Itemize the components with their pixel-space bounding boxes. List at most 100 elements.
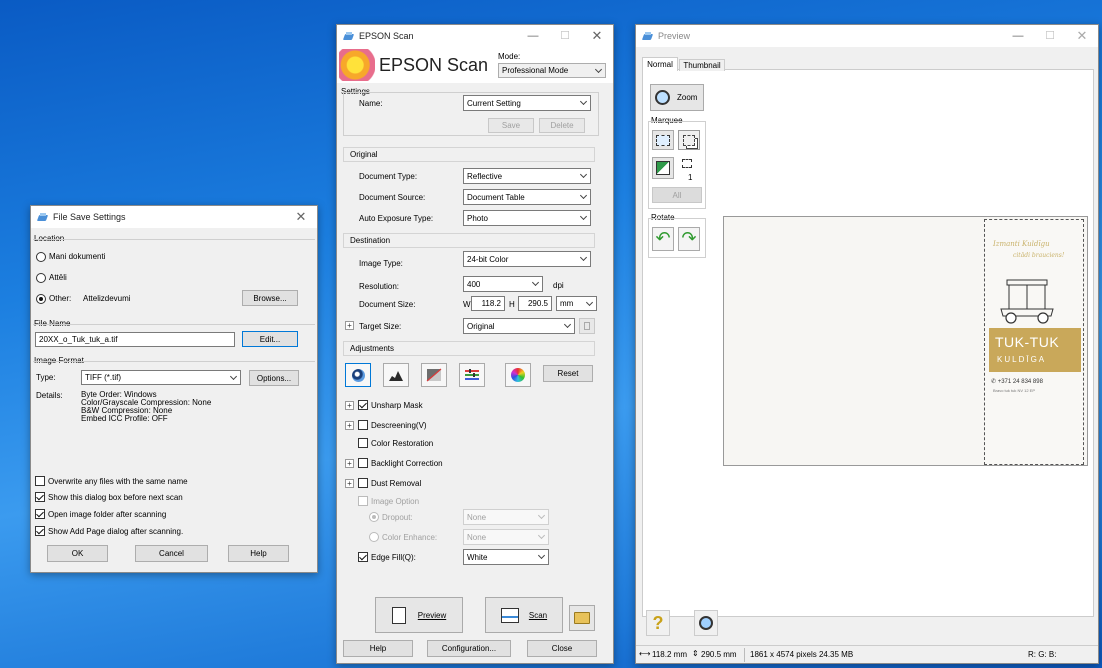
color-restoration-checkbox[interactable] bbox=[358, 438, 368, 448]
tab-normal[interactable]: Normal bbox=[642, 57, 678, 71]
color-enhance-value: None bbox=[467, 532, 487, 542]
edge-fill-select[interactable]: White bbox=[463, 549, 549, 565]
ok-button[interactable]: OK bbox=[47, 545, 108, 562]
file-save-titlebar[interactable]: File Save Settings ✕ bbox=[31, 206, 317, 228]
radio-other[interactable] bbox=[36, 294, 46, 304]
rotate-right-button[interactable]: ↷ bbox=[678, 227, 700, 251]
close-icon[interactable]: ✕ bbox=[285, 206, 317, 228]
target-size-select[interactable]: Original bbox=[463, 318, 575, 334]
reset-button[interactable]: Reset bbox=[543, 365, 593, 382]
resolution-value: 400 bbox=[467, 279, 481, 289]
browse-button[interactable]: Browse... bbox=[242, 290, 298, 306]
doc-type-value: Reflective bbox=[467, 171, 503, 181]
unsharp-checkbox[interactable] bbox=[358, 400, 368, 410]
dropout-label: Dropout: bbox=[382, 513, 413, 522]
file-save-settings-button[interactable] bbox=[569, 605, 595, 631]
minimize-icon[interactable]: — bbox=[517, 25, 549, 47]
cancel-button[interactable]: Cancel bbox=[135, 545, 208, 562]
options-button[interactable]: Options... bbox=[249, 370, 299, 386]
delete-button[interactable]: Delete bbox=[539, 118, 585, 133]
dropout-radio[interactable] bbox=[369, 512, 379, 522]
dust-checkbox[interactable] bbox=[358, 478, 368, 488]
height-field[interactable]: 290.5 bbox=[518, 296, 552, 311]
image-type-select[interactable]: 24-bit Color bbox=[463, 251, 591, 267]
backlight-label: Backlight Correction bbox=[371, 459, 443, 468]
unsharp-label: Unsharp Mask bbox=[371, 401, 423, 410]
preview-titlebar[interactable]: Preview — ☐ ✕ bbox=[636, 25, 1098, 47]
overwrite-label: Overwrite any files with the same name bbox=[48, 477, 188, 486]
image-adjustment-button[interactable] bbox=[421, 363, 447, 387]
resolution-select[interactable]: 400 bbox=[463, 276, 543, 292]
help-button[interactable]: ? bbox=[646, 610, 670, 636]
close-icon[interactable]: ✕ bbox=[581, 25, 613, 47]
doc-source-select[interactable]: Document Table bbox=[463, 189, 591, 205]
backlight-expand[interactable]: + bbox=[345, 459, 354, 468]
color-palette-button[interactable] bbox=[459, 363, 485, 387]
width-field[interactable]: 118.2 bbox=[471, 296, 505, 311]
magnifier-contrast-icon bbox=[351, 368, 365, 382]
help-button[interactable]: Help bbox=[228, 545, 289, 562]
minimize-icon[interactable]: — bbox=[1002, 25, 1034, 47]
type-select[interactable]: TIFF (*.tif) bbox=[81, 370, 241, 385]
preview-button[interactable]: Preview bbox=[375, 597, 463, 633]
add-page-checkbox[interactable] bbox=[35, 526, 45, 536]
tone-correction-button[interactable] bbox=[383, 363, 409, 387]
filename-field[interactable]: 20XX_o_Tuk_tuk_a.tif bbox=[35, 332, 235, 347]
color-enhance-select[interactable]: None bbox=[463, 529, 549, 545]
chevron-down-icon bbox=[537, 551, 546, 560]
backlight-checkbox[interactable] bbox=[358, 458, 368, 468]
zoom-preview-button[interactable] bbox=[694, 610, 718, 636]
zoom-button[interactable]: Zoom bbox=[650, 84, 704, 111]
radio-documents[interactable] bbox=[36, 252, 46, 262]
configuration-button[interactable]: Configuration... bbox=[427, 640, 511, 657]
close-icon[interactable]: ✕ bbox=[1066, 25, 1098, 47]
create-marquee-button[interactable] bbox=[652, 130, 674, 150]
rotate-left-button[interactable]: ↶ bbox=[652, 227, 674, 251]
close-button[interactable]: Close bbox=[527, 640, 597, 657]
show-dialog-checkbox[interactable] bbox=[35, 492, 45, 502]
tab-thumbnail[interactable]: Thumbnail bbox=[679, 59, 725, 71]
maximize-icon[interactable]: ☐ bbox=[549, 25, 581, 47]
descreen-expand[interactable]: + bbox=[345, 421, 354, 430]
open-folder-checkbox[interactable] bbox=[35, 509, 45, 519]
maximize-icon[interactable]: ☐ bbox=[1034, 25, 1066, 47]
overwrite-checkbox[interactable] bbox=[35, 476, 45, 486]
histogram-adjustment-button[interactable] bbox=[345, 363, 371, 387]
epson-title: EPSON Scan bbox=[359, 31, 414, 41]
epson-titlebar[interactable]: EPSON Scan — ☐ ✕ bbox=[337, 25, 613, 47]
edge-fill-checkbox[interactable] bbox=[358, 552, 368, 562]
edit-button[interactable]: Edit... bbox=[242, 331, 298, 347]
marquee-selection[interactable]: Izmanti Kuldīgu citādi brauciens! TUK-TU… bbox=[984, 219, 1084, 465]
original-section: Original bbox=[343, 147, 595, 162]
color-palette-adjust-button[interactable] bbox=[505, 363, 531, 387]
target-size-expand[interactable]: + bbox=[345, 321, 354, 330]
tuk-name: TUK-TUK bbox=[995, 334, 1060, 350]
save-button[interactable]: Save bbox=[488, 118, 534, 133]
mode-select[interactable]: Professional Mode bbox=[498, 63, 606, 78]
doc-type-select[interactable]: Reflective bbox=[463, 168, 591, 184]
destination-section: Destination bbox=[343, 233, 595, 248]
doc-source-label: Document Source: bbox=[359, 193, 426, 202]
copy-marquee-button[interactable] bbox=[678, 130, 700, 150]
tuk-script-line-2: citādi brauciens! bbox=[1013, 252, 1065, 259]
unit-select[interactable]: mm bbox=[556, 296, 597, 311]
color-enhance-radio[interactable] bbox=[369, 532, 379, 542]
name-select[interactable]: Current Setting bbox=[463, 95, 591, 111]
chevron-down-icon bbox=[579, 253, 588, 262]
auto-locate-button[interactable] bbox=[652, 157, 674, 179]
edge-fill-label: Edge Fill(Q): bbox=[371, 553, 416, 562]
target-size-lock-button[interactable] bbox=[579, 318, 595, 334]
unsharp-expand[interactable]: + bbox=[345, 401, 354, 410]
auto-exposure-value: Photo bbox=[467, 213, 488, 223]
color-balance-icon bbox=[465, 369, 479, 380]
radio-pictures[interactable] bbox=[36, 273, 46, 283]
auto-exposure-select[interactable]: Photo bbox=[463, 210, 591, 226]
dropout-select[interactable]: None bbox=[463, 509, 549, 525]
dust-expand[interactable]: + bbox=[345, 479, 354, 488]
scan-button[interactable]: Scan bbox=[485, 597, 563, 633]
all-button[interactable]: All bbox=[652, 187, 702, 203]
help-button[interactable]: Help bbox=[343, 640, 413, 657]
tuk-small-text: Bravo tuk tuk NV 12 EP bbox=[993, 388, 1036, 393]
image-option-checkbox[interactable] bbox=[358, 496, 368, 506]
descreen-checkbox[interactable] bbox=[358, 420, 368, 430]
